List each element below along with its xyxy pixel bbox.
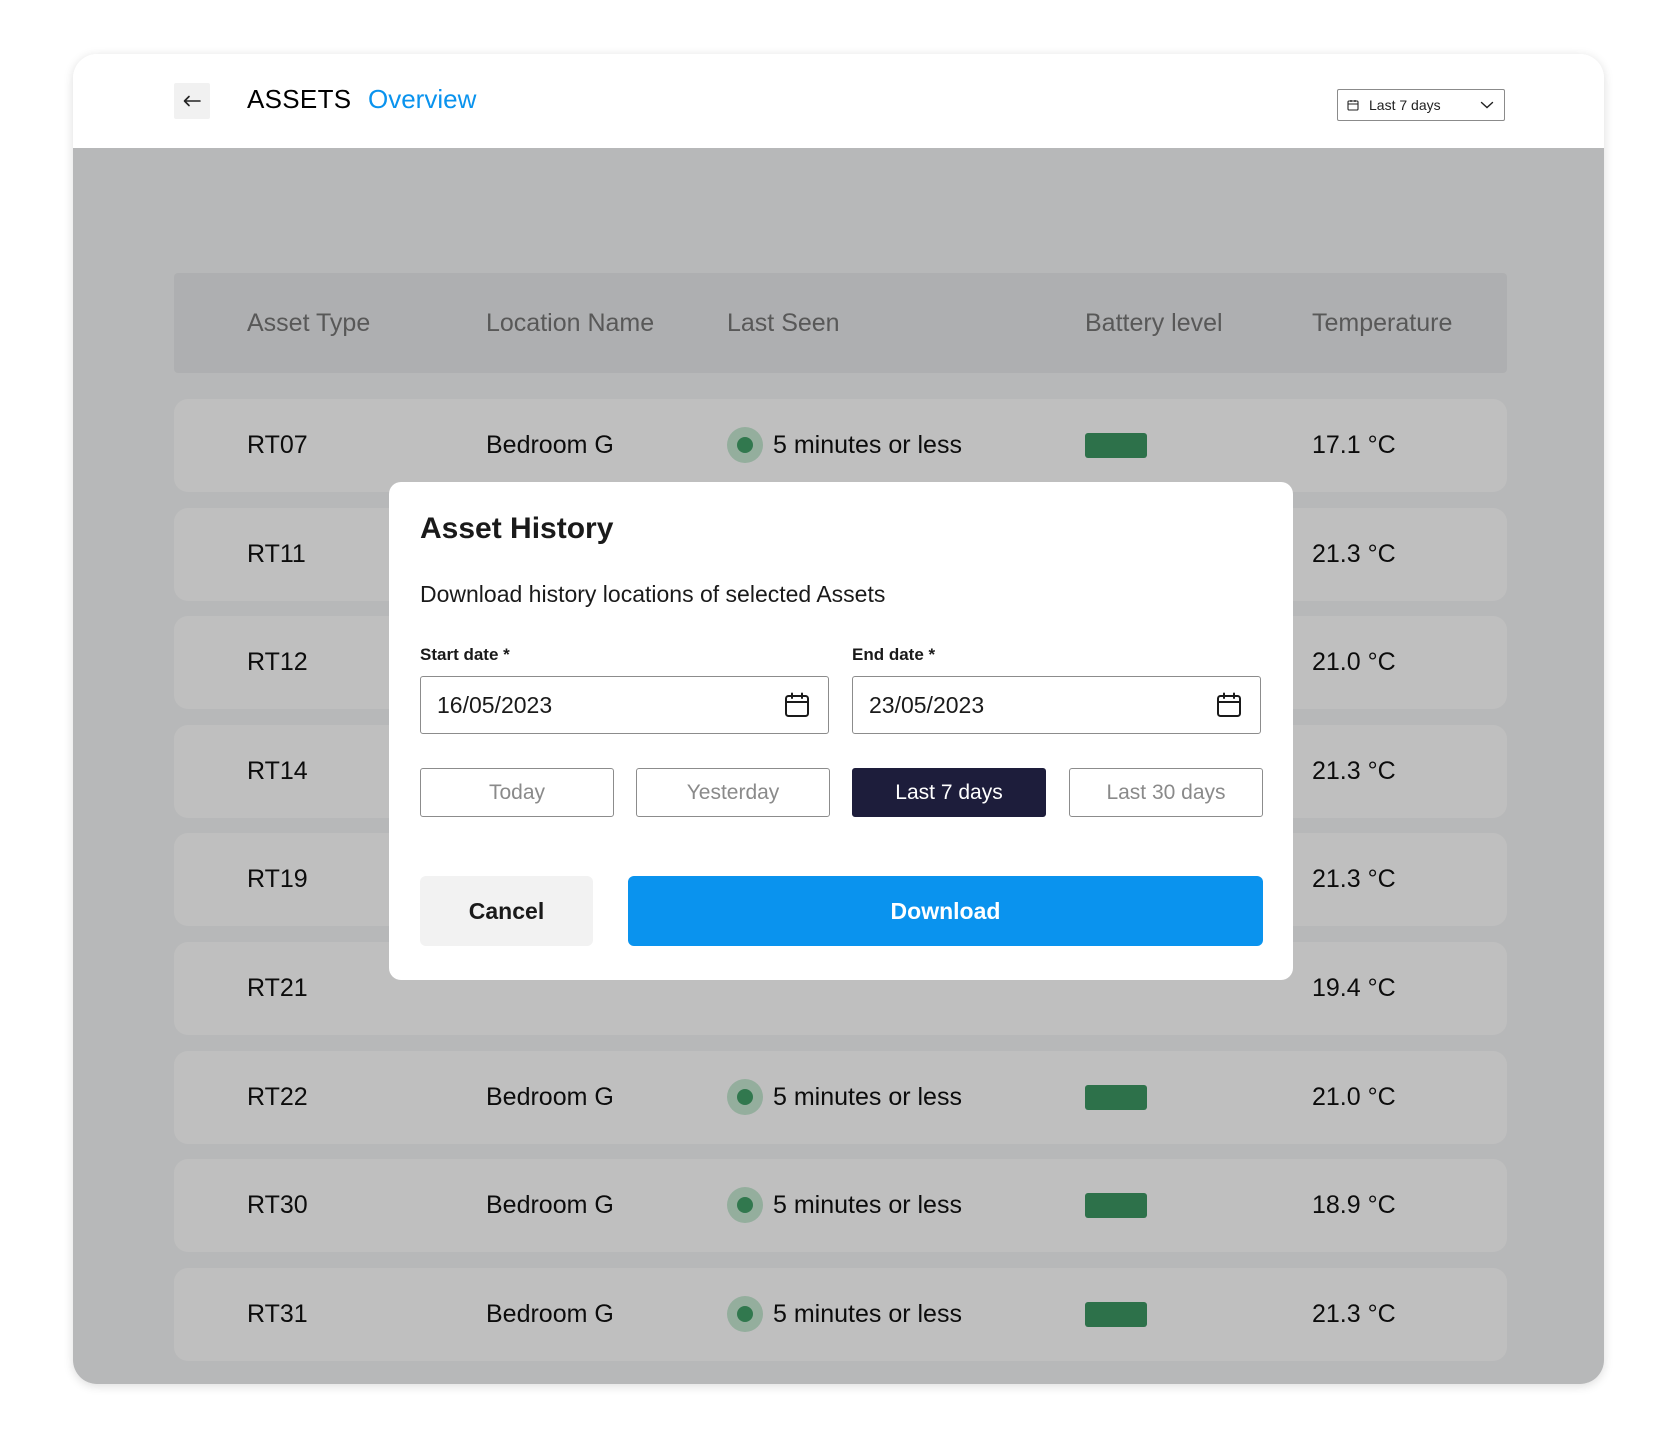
range-yesterday-button[interactable]: Yesterday: [636, 768, 830, 817]
calendar-icon: [1347, 100, 1359, 111]
date-range-select[interactable]: Last 7 days: [1337, 89, 1505, 121]
cancel-button[interactable]: Cancel: [420, 876, 593, 946]
start-date-input[interactable]: 16/05/2023: [420, 676, 829, 734]
calendar-icon[interactable]: [784, 692, 810, 718]
calendar-icon[interactable]: [1216, 692, 1242, 718]
range-last-30-days-button[interactable]: Last 30 days: [1069, 768, 1263, 817]
start-date-label: Start date *: [420, 645, 510, 664]
page-title: ASSETS: [247, 84, 352, 114]
end-date-value: 23/05/2023: [869, 691, 985, 718]
top-bar: ASSETS Overview Last 7 days: [73, 54, 1604, 148]
arrow-left-icon: [183, 95, 201, 107]
date-range-value: Last 7 days: [1369, 97, 1441, 113]
download-button[interactable]: Download: [628, 876, 1263, 946]
start-date-value: 16/05/2023: [437, 691, 553, 718]
chevron-down-icon: [1480, 101, 1494, 109]
end-date-label: End date *: [852, 645, 936, 664]
back-button[interactable]: [174, 83, 210, 119]
dialog-description: Download history locations of selected A…: [420, 581, 886, 607]
range-today-button[interactable]: Today: [420, 768, 614, 817]
end-date-input[interactable]: 23/05/2023: [852, 676, 1261, 734]
nav-link-overview[interactable]: Overview: [368, 84, 476, 115]
asset-history-dialog: Asset History Download history locations…: [389, 482, 1293, 980]
dialog-title: Asset History: [420, 512, 614, 545]
app-window: ASSETS Overview Last 7 days Asset Type L…: [73, 54, 1604, 1384]
range-last-7-days-button[interactable]: Last 7 days: [852, 768, 1046, 817]
